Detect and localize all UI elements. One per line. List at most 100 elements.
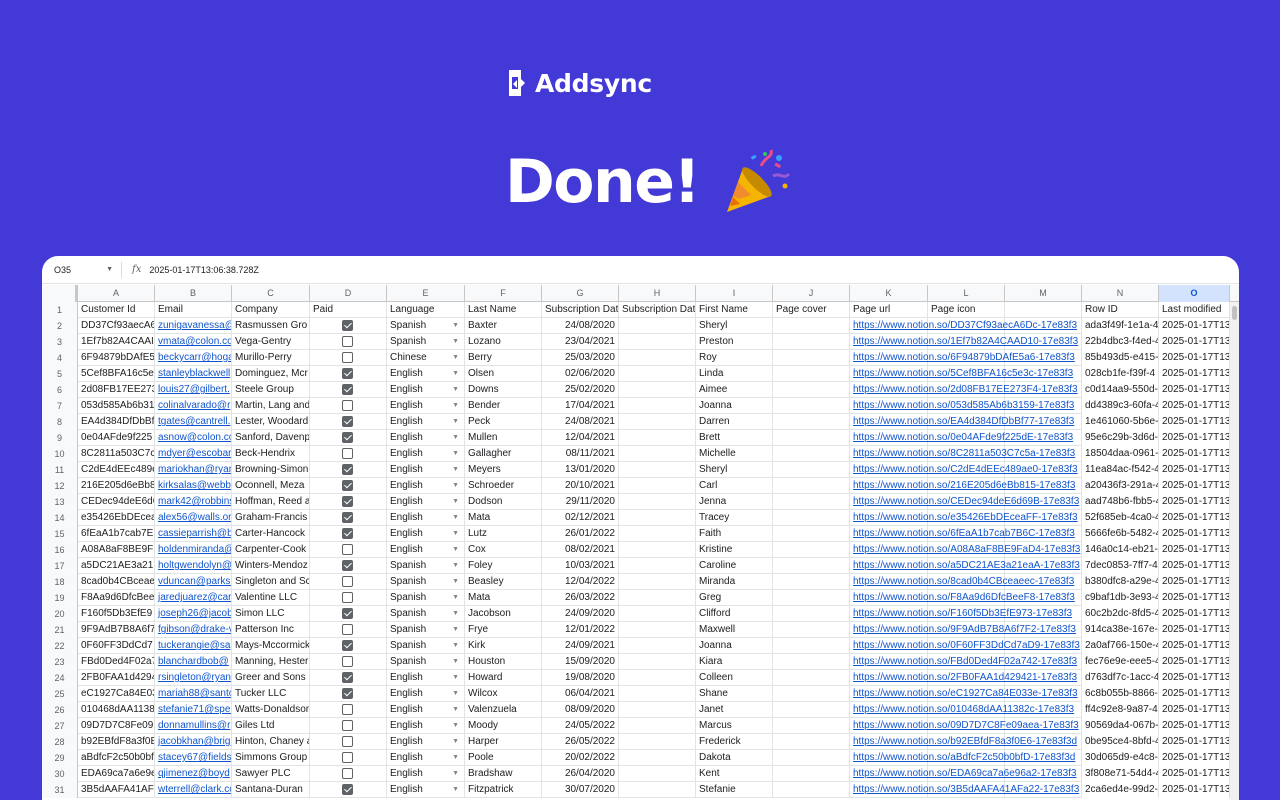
- chevron-down-icon[interactable]: ▼: [452, 590, 459, 606]
- subscription-date-2-cell[interactable]: [619, 718, 696, 734]
- email-cell[interactable]: rsingleton@ryan: [155, 670, 232, 686]
- subscription-date-cell[interactable]: 12/04/2022: [542, 574, 619, 590]
- last-name-cell[interactable]: Lozano: [465, 334, 542, 350]
- row-number[interactable]: 1: [42, 302, 78, 318]
- checkbox-checked[interactable]: [342, 432, 353, 443]
- chevron-down-icon[interactable]: ▼: [452, 414, 459, 430]
- checkbox-unchecked[interactable]: [342, 448, 353, 459]
- subscription-date-2-cell[interactable]: [619, 398, 696, 414]
- first-name-cell[interactable]: Marcus: [696, 718, 773, 734]
- subscription-date-cell[interactable]: 24/08/2020: [542, 318, 619, 334]
- email-cell[interactable]: alex56@walls.or: [155, 510, 232, 526]
- language-dropdown-cell[interactable]: Spanish ▼: [387, 638, 465, 654]
- last-name-cell[interactable]: Schroeder: [465, 478, 542, 494]
- row-number[interactable]: 11: [42, 462, 78, 478]
- company-cell[interactable]: Valentine LLC: [232, 590, 310, 606]
- row-id-cell[interactable]: ada3f49f-1e1a-4: [1082, 318, 1159, 334]
- page-url-cell[interactable]: https://www.notion.so/a5DC21AE3a21eaA-17…: [850, 558, 1080, 574]
- subscription-date-cell[interactable]: 02/06/2020: [542, 366, 619, 382]
- last-modified-cell[interactable]: 2025-01-17T13: [1159, 350, 1230, 366]
- last-modified-cell[interactable]: 2025-01-17T13: [1159, 750, 1230, 766]
- row-id-cell[interactable]: 1e461060-5b6e-: [1082, 414, 1159, 430]
- last-name-cell[interactable]: Bender: [465, 398, 542, 414]
- page-cover-cell[interactable]: [773, 734, 850, 750]
- subscription-date-2-cell[interactable]: [619, 782, 696, 798]
- row-number[interactable]: 13: [42, 494, 78, 510]
- subscription-date-cell[interactable]: 12/04/2021: [542, 430, 619, 446]
- page-cover-cell[interactable]: [773, 542, 850, 558]
- first-name-cell[interactable]: Carl: [696, 478, 773, 494]
- first-name-cell[interactable]: Roy: [696, 350, 773, 366]
- row-number[interactable]: 25: [42, 686, 78, 702]
- last-modified-cell[interactable]: 2025-01-17T13: [1159, 462, 1230, 478]
- checkbox-checked[interactable]: [342, 464, 353, 475]
- company-cell[interactable]: Mays-Mccormick: [232, 638, 310, 654]
- customer-id-cell[interactable]: 1Ef7b82A4CAAI: [78, 334, 155, 350]
- language-dropdown-cell[interactable]: English ▼: [387, 750, 465, 766]
- subscription-date-cell[interactable]: 26/01/2022: [542, 526, 619, 542]
- subscription-date-cell[interactable]: 20/02/2022: [542, 750, 619, 766]
- language-dropdown-cell[interactable]: Spanish ▼: [387, 654, 465, 670]
- column-header-l[interactable]: L: [928, 285, 1005, 302]
- last-name-cell[interactable]: Dodson: [465, 494, 542, 510]
- last-name-cell[interactable]: Mullen: [465, 430, 542, 446]
- customer-id-cell[interactable]: 9F9AdB7B8A6f7: [78, 622, 155, 638]
- chevron-down-icon[interactable]: ▼: [452, 542, 459, 558]
- email-cell[interactable]: cassieparrish@b: [155, 526, 232, 542]
- checkbox-checked[interactable]: [342, 640, 353, 651]
- first-name-cell[interactable]: Stefanie: [696, 782, 773, 798]
- subscription-date-2-cell[interactable]: [619, 622, 696, 638]
- row-id-cell[interactable]: 6c8b055b-8866-: [1082, 686, 1159, 702]
- subscription-date-cell[interactable]: 10/03/2021: [542, 558, 619, 574]
- customer-id-cell[interactable]: C2dE4dEEc489e: [78, 462, 155, 478]
- row-id-cell[interactable]: b380dfc8-a29e-4: [1082, 574, 1159, 590]
- column-header-m[interactable]: M: [1005, 285, 1082, 302]
- chevron-down-icon[interactable]: ▼: [452, 766, 459, 782]
- email-cell[interactable]: mdyer@escobar: [155, 446, 232, 462]
- page-url-cell[interactable]: https://www.notion.so/0F60FF3DdCd7aD9-17…: [850, 638, 1080, 654]
- last-name-cell[interactable]: Bradshaw: [465, 766, 542, 782]
- row-id-cell[interactable]: 95e6c29b-3d6d-: [1082, 430, 1159, 446]
- header-cell-o[interactable]: Last modified: [1159, 302, 1230, 318]
- customer-id-cell[interactable]: 2FB0FAA1d4294: [78, 670, 155, 686]
- subscription-date-cell[interactable]: 19/08/2020: [542, 670, 619, 686]
- header-cell-f[interactable]: Last Name: [465, 302, 542, 318]
- header-cell-j[interactable]: Page cover: [773, 302, 850, 318]
- name-box[interactable]: O35 ▼: [42, 261, 122, 278]
- customer-id-cell[interactable]: FBd0Ded4F02a7: [78, 654, 155, 670]
- language-dropdown-cell[interactable]: English ▼: [387, 702, 465, 718]
- page-url-cell[interactable]: https://www.notion.so/CEDec94deE6d69B-17…: [850, 494, 1079, 510]
- language-dropdown-cell[interactable]: Spanish ▼: [387, 622, 465, 638]
- column-header-f[interactable]: F: [465, 285, 542, 302]
- subscription-date-2-cell[interactable]: [619, 478, 696, 494]
- last-modified-cell[interactable]: 2025-01-17T13: [1159, 494, 1230, 510]
- chevron-down-icon[interactable]: ▼: [452, 702, 459, 718]
- page-cover-cell[interactable]: [773, 366, 850, 382]
- first-name-cell[interactable]: Kristine: [696, 542, 773, 558]
- customer-id-cell[interactable]: aBdfcF2c50b0bf: [78, 750, 155, 766]
- checkbox-checked[interactable]: [342, 384, 353, 395]
- subscription-date-2-cell[interactable]: [619, 414, 696, 430]
- paid-cell[interactable]: [310, 350, 387, 366]
- checkbox-checked[interactable]: [342, 512, 353, 523]
- email-cell[interactable]: beckycarr@hoga: [155, 350, 232, 366]
- last-name-cell[interactable]: Houston: [465, 654, 542, 670]
- last-modified-cell[interactable]: 2025-01-17T13: [1159, 318, 1230, 334]
- page-url-cell[interactable]: https://www.notion.so/09D7D7C8Fe09aea-17…: [850, 718, 1079, 734]
- subscription-date-2-cell[interactable]: [619, 462, 696, 478]
- row-id-cell[interactable]: 3f808e71-54d4-4: [1082, 766, 1159, 782]
- row-id-cell[interactable]: 7dec0853-7ff7-4: [1082, 558, 1159, 574]
- language-dropdown-cell[interactable]: English ▼: [387, 670, 465, 686]
- customer-id-cell[interactable]: b92EBfdF8a3f0E: [78, 734, 155, 750]
- subscription-date-cell[interactable]: 06/04/2021: [542, 686, 619, 702]
- last-name-cell[interactable]: Olsen: [465, 366, 542, 382]
- subscription-date-cell[interactable]: 25/03/2020: [542, 350, 619, 366]
- page-cover-cell[interactable]: [773, 334, 850, 350]
- subscription-date-cell[interactable]: 08/02/2021: [542, 542, 619, 558]
- last-modified-cell[interactable]: 2025-01-17T13: [1159, 606, 1230, 622]
- subscription-date-cell[interactable]: 26/05/2022: [542, 734, 619, 750]
- page-url-cell[interactable]: https://www.notion.so/FBd0Ded4F02a742-17…: [850, 654, 1077, 670]
- company-cell[interactable]: Manning, Hester: [232, 654, 310, 670]
- last-name-cell[interactable]: Howard: [465, 670, 542, 686]
- first-name-cell[interactable]: Tracey: [696, 510, 773, 526]
